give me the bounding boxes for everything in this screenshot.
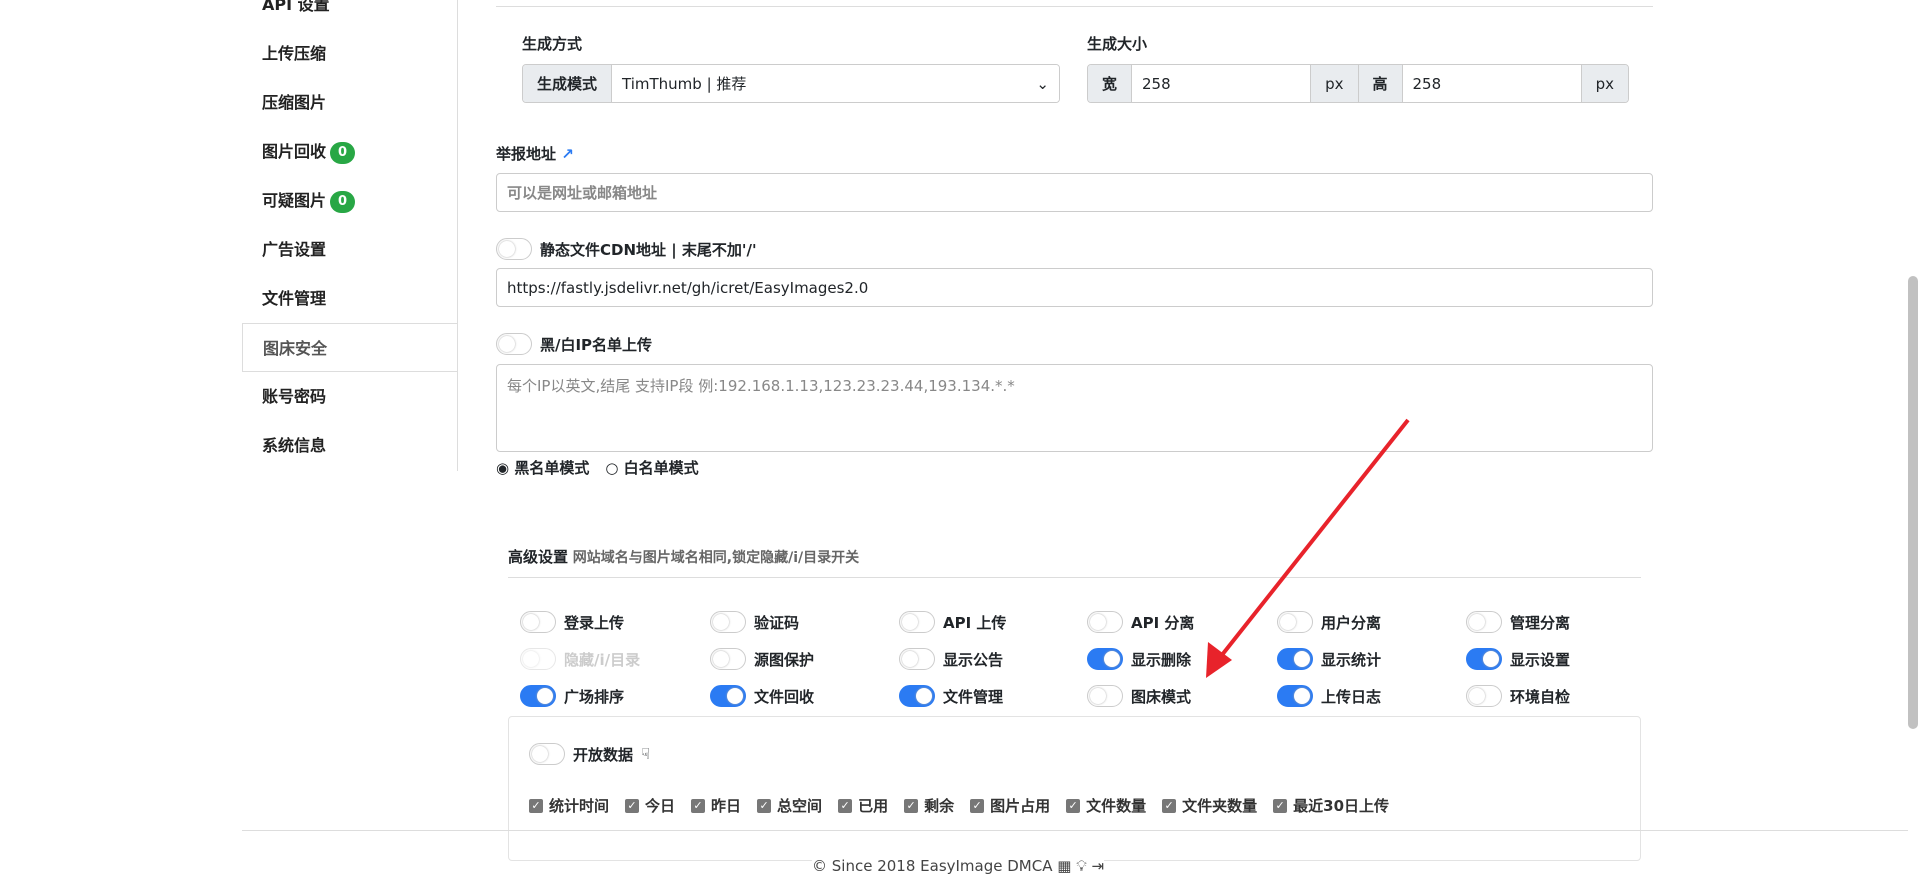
- annotation-arrow: [1206, 418, 1410, 678]
- arrow-line: [1216, 418, 1410, 662]
